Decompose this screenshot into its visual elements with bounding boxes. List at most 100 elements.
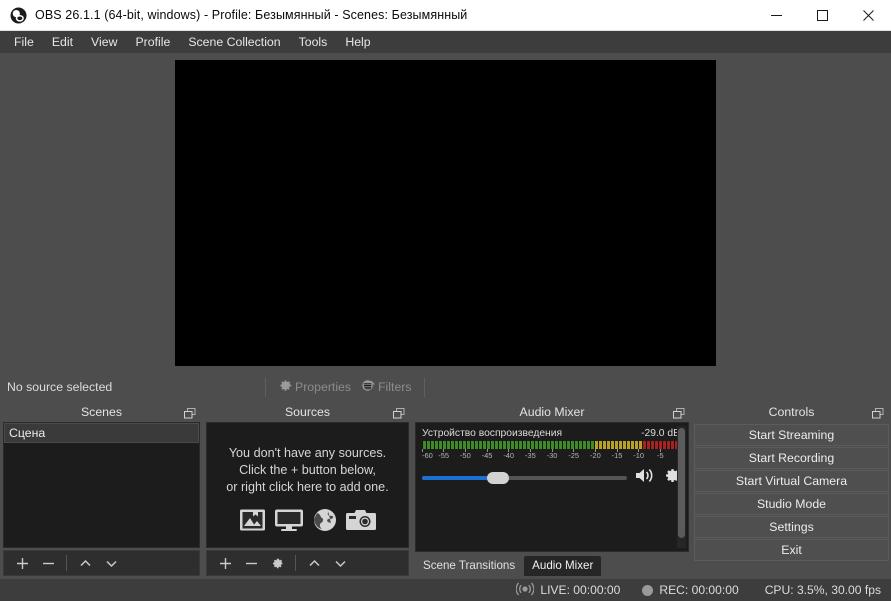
volume-meter: [422, 441, 682, 449]
gear-icon: [278, 378, 293, 396]
dock-row: Scenes Сцена: [0, 401, 891, 579]
volume-meter-scale: -60-55-50-45-40-35-30-25-20-15-10-50: [422, 449, 682, 460]
add-source-button[interactable]: [212, 552, 238, 574]
maximize-icon: [817, 10, 828, 21]
title-bar: OBS 26.1.1 (64-bit, windows) - Profile: …: [0, 0, 891, 31]
scenes-dock-title: Scenes: [0, 401, 203, 422]
studio-mode-button[interactable]: Studio Mode: [694, 493, 889, 515]
sources-list[interactable]: You don't have any sources. Click the + …: [206, 422, 409, 548]
menu-bar: File Edit View Profile Scene Collection …: [0, 31, 891, 53]
camera-icon: [346, 508, 376, 532]
menu-help[interactable]: Help: [336, 32, 379, 53]
preview-area[interactable]: [0, 53, 891, 373]
close-button[interactable]: [845, 0, 891, 31]
menu-scene-collection[interactable]: Scene Collection: [179, 32, 289, 53]
exit-button[interactable]: Exit: [694, 539, 889, 561]
no-source-selected-label: No source selected: [7, 380, 112, 394]
sources-dock-title: Sources: [203, 401, 412, 422]
audio-mixer-title-label: Audio Mixer: [520, 405, 585, 419]
filters-button[interactable]: Filters: [356, 375, 416, 399]
meter-tick-label: -50: [460, 451, 471, 460]
volume-slider[interactable]: [422, 471, 627, 485]
meter-tick-label: -15: [612, 451, 623, 460]
filters-icon: [361, 378, 376, 396]
scene-list-item[interactable]: Сцена: [4, 423, 199, 443]
sources-empty-line-1: You don't have any sources.: [207, 445, 408, 462]
window-title: OBS 26.1.1 (64-bit, windows) - Profile: …: [35, 8, 467, 22]
cpu-status: CPU: 3.5%, 30.00 fps: [765, 583, 881, 597]
meter-tick-label: -55: [438, 451, 449, 460]
gear-icon: [270, 556, 285, 571]
add-scene-button[interactable]: [9, 552, 35, 574]
volume-slider-handle[interactable]: [487, 472, 509, 484]
toolbar-divider-right: [424, 378, 425, 397]
audio-track-name: Устройство воспроизведения: [422, 428, 562, 439]
obs-logo-icon: [9, 6, 27, 24]
meter-tick-label: -10: [633, 451, 644, 460]
meter-tick-label: -5: [657, 451, 664, 460]
tab-audio-mixer[interactable]: Audio Mixer: [524, 556, 601, 576]
minus-icon: [244, 556, 259, 571]
settings-button[interactable]: Settings: [694, 516, 889, 538]
mute-button[interactable]: [634, 466, 656, 490]
move-source-up-button[interactable]: [301, 552, 327, 574]
rec-status: REC: 00:00:00: [642, 583, 738, 597]
popout-icon[interactable]: [393, 406, 405, 417]
plus-icon: [218, 556, 233, 571]
close-icon: [863, 10, 874, 21]
audio-track: Устройство воспроизведения -29.0 dB -60-…: [416, 423, 688, 494]
scenes-toolbar: [3, 550, 200, 576]
display-icon: [274, 508, 304, 532]
meter-tick-label: -35: [525, 451, 536, 460]
move-scene-down-button[interactable]: [98, 552, 124, 574]
chevron-up-icon: [78, 556, 93, 571]
sources-title-label: Sources: [285, 405, 330, 419]
menu-view[interactable]: View: [82, 32, 126, 53]
popout-icon[interactable]: [872, 406, 884, 417]
dock-tabs: Scene Transitions Audio Mixer: [415, 554, 689, 576]
sources-empty-message: You don't have any sources. Click the + …: [207, 445, 408, 532]
scenes-title-label: Scenes: [81, 405, 122, 419]
menu-file[interactable]: File: [5, 32, 43, 53]
meter-tick-label: -60: [422, 451, 433, 460]
maximize-button[interactable]: [799, 0, 845, 31]
audio-track-level: -29.0 dB: [641, 428, 680, 439]
chevron-down-icon: [333, 556, 348, 571]
tab-scene-transitions[interactable]: Scene Transitions: [415, 556, 523, 576]
meter-tick-label: -30: [547, 451, 558, 460]
menu-profile[interactable]: Profile: [126, 32, 179, 53]
start-recording-button[interactable]: Start Recording: [694, 447, 889, 469]
menu-edit[interactable]: Edit: [43, 32, 82, 53]
meter-tick-label: -25: [568, 451, 579, 460]
minimize-icon: [771, 10, 782, 21]
browser-globe-icon: [312, 508, 338, 532]
obs-main-window: OBS 26.1.1 (64-bit, windows) - Profile: …: [0, 0, 891, 601]
window-control-buttons: [753, 0, 891, 31]
preview-canvas[interactable]: [175, 60, 716, 366]
sources-empty-icons: [207, 508, 408, 532]
move-source-down-button[interactable]: [327, 552, 353, 574]
menu-tools[interactable]: Tools: [290, 32, 337, 53]
sources-empty-line-3: or right click here to add one.: [207, 479, 408, 496]
minimize-button[interactable]: [753, 0, 799, 31]
audio-mixer-scrollbar[interactable]: [677, 426, 686, 548]
live-status: LIVE: 00:00:00: [516, 582, 620, 599]
popout-icon[interactable]: [184, 406, 196, 417]
scenes-list[interactable]: Сцена: [3, 422, 200, 548]
audio-mixer-scrollbar-thumb[interactable]: [678, 428, 685, 538]
move-scene-up-button[interactable]: [72, 552, 98, 574]
popout-icon[interactable]: [673, 406, 685, 417]
rec-timer-label: REC: 00:00:00: [659, 583, 738, 597]
audio-mixer-dock: Audio Mixer Устройство воспроизведения -…: [412, 401, 692, 579]
chevron-down-icon: [104, 556, 119, 571]
controls-dock: Controls Start Streaming Start Recording…: [692, 401, 891, 579]
properties-button[interactable]: Properties: [273, 375, 356, 399]
start-virtual-camera-button[interactable]: Start Virtual Camera: [694, 470, 889, 492]
remove-source-button[interactable]: [238, 552, 264, 574]
filters-label: Filters: [378, 380, 411, 394]
source-properties-button[interactable]: [264, 552, 290, 574]
start-streaming-button[interactable]: Start Streaming: [694, 424, 889, 446]
status-bar: LIVE: 00:00:00 REC: 00:00:00 CPU: 3.5%, …: [0, 579, 891, 601]
remove-scene-button[interactable]: [35, 552, 61, 574]
sources-toolbar-divider: [295, 555, 296, 571]
